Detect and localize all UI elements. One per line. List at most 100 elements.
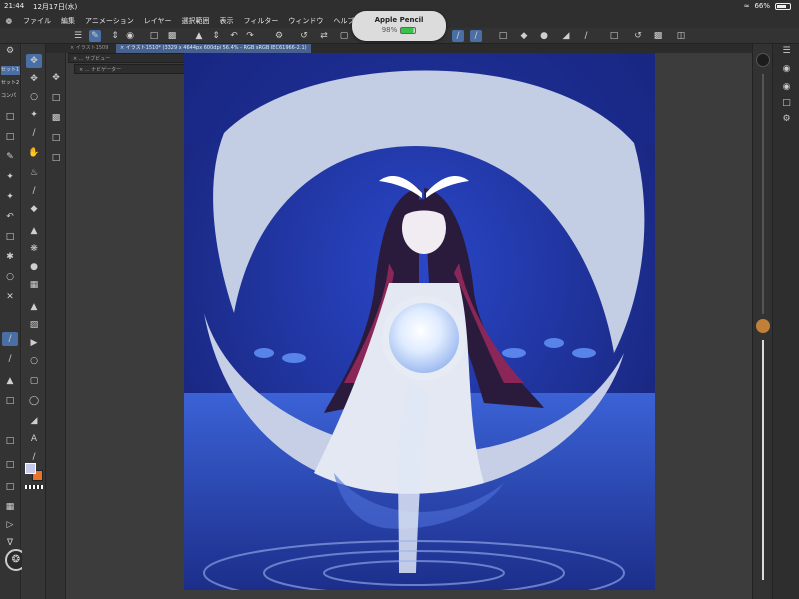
tab-illust-1509[interactable]: × イラスト1509 xyxy=(66,44,112,53)
tab-illust-1510[interactable]: × イラスト1510* (3329 x 4644px 600dpi 56.4% … xyxy=(116,44,311,53)
new-file-icon[interactable]: □ xyxy=(148,30,160,42)
subtool-icon-brush-active[interactable]: ∕ xyxy=(2,332,18,346)
color-history-icon[interactable]: ◉ xyxy=(781,82,792,93)
hamburger-menu-icon[interactable]: ☰ xyxy=(72,30,84,42)
layer-transparent-icon[interactable]: □ xyxy=(497,30,509,42)
subtool-set-2[interactable]: セット2 xyxy=(1,79,20,88)
tool-ellipse-icon[interactable]: ◯ xyxy=(26,394,42,408)
navigator-icon[interactable]: □ xyxy=(781,98,792,109)
tool-move-icon[interactable]: ✥ xyxy=(26,72,42,86)
color-wheel-icon[interactable]: ◉ xyxy=(781,64,792,75)
command-icon-1[interactable]: ✥ xyxy=(48,71,64,85)
menu-edit[interactable]: 編集 xyxy=(56,16,80,26)
artwork-canvas[interactable] xyxy=(184,53,655,590)
app-logo-icon[interactable]: ❁ xyxy=(0,17,18,26)
eyedropper-icon[interactable]: ∕ xyxy=(580,30,592,42)
redo-icon[interactable]: ↷ xyxy=(244,30,256,42)
tool-eyedropper-icon[interactable]: ∕ xyxy=(26,126,42,140)
property-icon[interactable]: ⚙ xyxy=(781,114,792,125)
tool-text-icon[interactable]: A xyxy=(26,432,42,446)
tool-gradient-icon[interactable]: ▨ xyxy=(26,318,42,332)
palette-menu-icon[interactable]: ⚙ xyxy=(2,44,18,58)
tool-decoration-icon[interactable]: ❋ xyxy=(26,242,42,256)
subtool-icon-9[interactable]: ○ xyxy=(2,270,18,284)
view-rotate-icon[interactable]: ↺ xyxy=(632,30,644,42)
tool-bucket-icon[interactable]: ▲ xyxy=(26,300,42,314)
eraser-icon[interactable]: ◆ xyxy=(518,30,530,42)
command-icon-4[interactable]: □ xyxy=(48,131,64,145)
stepper-icon[interactable]: ⇕ xyxy=(109,30,121,42)
menu-view[interactable]: 表示 xyxy=(215,16,239,26)
transparent-color-swatch[interactable] xyxy=(25,485,43,489)
subtool-icon-1[interactable]: □ xyxy=(2,110,18,124)
menu-file[interactable]: ファイル xyxy=(18,16,56,26)
command-icon-3[interactable]: ▩ xyxy=(48,111,64,125)
screen-icon[interactable]: ▩ xyxy=(652,30,664,42)
tool-hand-icon[interactable]: ✋ xyxy=(26,146,42,160)
size-slider-track[interactable] xyxy=(762,74,764,314)
command-icon-5[interactable]: □ xyxy=(48,151,64,165)
menu-selection[interactable]: 選択範囲 xyxy=(177,16,215,26)
size-slider-handle[interactable] xyxy=(756,319,770,333)
tool-speech-icon[interactable]: ○ xyxy=(26,354,42,368)
stabilizer-icon[interactable]: ∕ xyxy=(470,30,482,42)
pen-pressure-icon[interactable]: ∕ xyxy=(452,30,464,42)
subtool-icon-2[interactable]: □ xyxy=(2,130,18,144)
subtool-icon-6[interactable]: ↶ xyxy=(2,210,18,224)
subtool-icon-17[interactable]: ▦ xyxy=(2,500,18,514)
brush-mode-icon[interactable]: ✎ xyxy=(89,30,101,42)
tool-fill-icon[interactable]: ▲ xyxy=(26,224,42,238)
subtool-icon-13[interactable]: □ xyxy=(2,394,18,408)
menu-window[interactable]: ウィンドウ xyxy=(283,16,328,26)
flip-icon[interactable]: ⇄ xyxy=(318,30,330,42)
subtool-set-1[interactable]: セット1 xyxy=(1,66,20,75)
subtool-icon-5[interactable]: ✦ xyxy=(2,190,18,204)
tool-selection-icon[interactable]: ✥ xyxy=(26,54,42,68)
subtool-icon-16[interactable]: □ xyxy=(2,480,18,494)
subtool-icon-11[interactable]: ∕ xyxy=(2,352,18,366)
tool-wand-icon[interactable]: ✦ xyxy=(26,108,42,122)
settings-gear-icon[interactable]: ⚙ xyxy=(273,30,285,42)
crop-icon[interactable]: ▢ xyxy=(338,30,350,42)
command-icon-2[interactable]: □ xyxy=(48,91,64,105)
opacity-slider-track[interactable] xyxy=(762,340,764,580)
tool-ruler-icon[interactable]: ◢ xyxy=(26,414,42,428)
color-set-icon[interactable]: ◉ xyxy=(124,30,136,42)
transform-icon[interactable]: ↺ xyxy=(298,30,310,42)
tool-brush-icon[interactable]: ♨ xyxy=(26,166,42,180)
subtool-icon-15[interactable]: □ xyxy=(2,458,18,472)
subtool-icon-4[interactable]: ✦ xyxy=(2,170,18,184)
tool-eraser-icon[interactable]: ◆ xyxy=(26,202,42,216)
subtool-icon-3[interactable]: ✎ xyxy=(2,150,18,164)
subtool-icon-12[interactable]: ▲ xyxy=(2,374,18,388)
export-icon[interactable]: ▲ xyxy=(193,30,205,42)
color-swatch[interactable] xyxy=(25,463,43,481)
tab-label: イラスト1509 xyxy=(75,45,109,51)
undo-icon[interactable]: ↶ xyxy=(228,30,240,42)
fill-icon[interactable]: ● xyxy=(538,30,550,42)
tool-lasso-icon[interactable]: ○ xyxy=(26,90,42,104)
reference-icon[interactable]: □ xyxy=(608,30,620,42)
tool-grid-icon[interactable]: ▦ xyxy=(26,278,42,292)
subtool-icon-8[interactable]: ✱ xyxy=(2,250,18,264)
menu-filter[interactable]: フィルター xyxy=(239,16,284,26)
subtool-icon-19[interactable]: ∇ xyxy=(2,536,18,550)
flip-horizontal-icon[interactable]: ◫ xyxy=(675,30,687,42)
menu-animation[interactable]: アニメーション xyxy=(80,16,139,26)
subtool-icon-18[interactable]: ▷ xyxy=(2,518,18,532)
layer-palette-icon[interactable]: ☰ xyxy=(781,46,792,57)
tool-object-icon[interactable]: ▶ xyxy=(26,336,42,350)
menu-layer[interactable]: レイヤー xyxy=(139,16,177,26)
save-icon[interactable]: ▩ xyxy=(166,30,178,42)
subtool-icon-10[interactable]: ✕ xyxy=(2,290,18,304)
stepper-2-icon[interactable]: ⇕ xyxy=(210,30,222,42)
tool-frame-icon[interactable]: ▢ xyxy=(26,374,42,388)
main-color-swatch[interactable] xyxy=(25,463,36,474)
tool-blend-icon[interactable]: ● xyxy=(26,260,42,274)
gradient-icon[interactable]: ◢ xyxy=(560,30,572,42)
subtool-icon-7[interactable]: □ xyxy=(2,230,18,244)
subtool-set-3[interactable]: コンパ xyxy=(1,92,20,101)
tool-pen-icon[interactable]: ∕ xyxy=(26,184,42,198)
tool-line-icon[interactable]: ∕ xyxy=(26,450,42,464)
subtool-icon-14[interactable]: □ xyxy=(2,434,18,448)
